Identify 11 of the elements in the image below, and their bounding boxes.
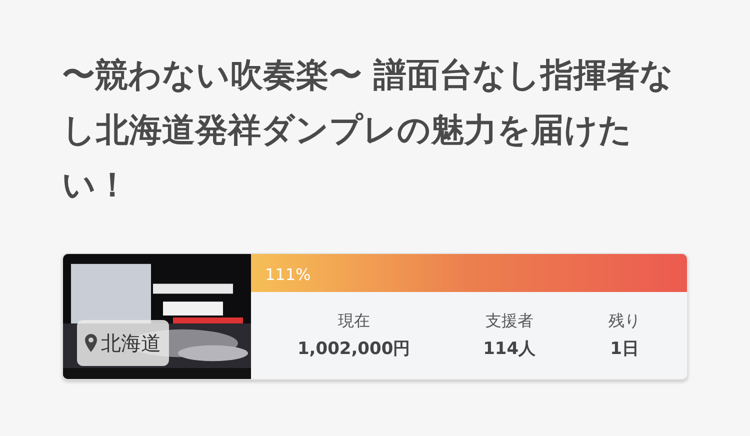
project-title: 〜競わない吹奏楽〜 譜面台なし指揮者なし北海道発祥ダンプレの魅力を届けたい！ <box>62 54 674 206</box>
stat-value: 114人 <box>483 338 536 361</box>
location-label: 北海道 <box>101 330 161 357</box>
stat-label: 残り <box>608 310 641 332</box>
progress-reading: 111% <box>265 264 311 286</box>
stat-label: 現在 <box>338 310 370 332</box>
stat-label: 支援者 <box>485 310 534 332</box>
stat-value: 1,002,000円 <box>297 338 410 361</box>
location-pin-icon <box>85 334 97 352</box>
stat-value: 1日 <box>610 338 639 361</box>
project-card[interactable]: 北海道 111% 現在 1,002,000円 支援者 114人 残り 1日 <box>62 253 688 380</box>
